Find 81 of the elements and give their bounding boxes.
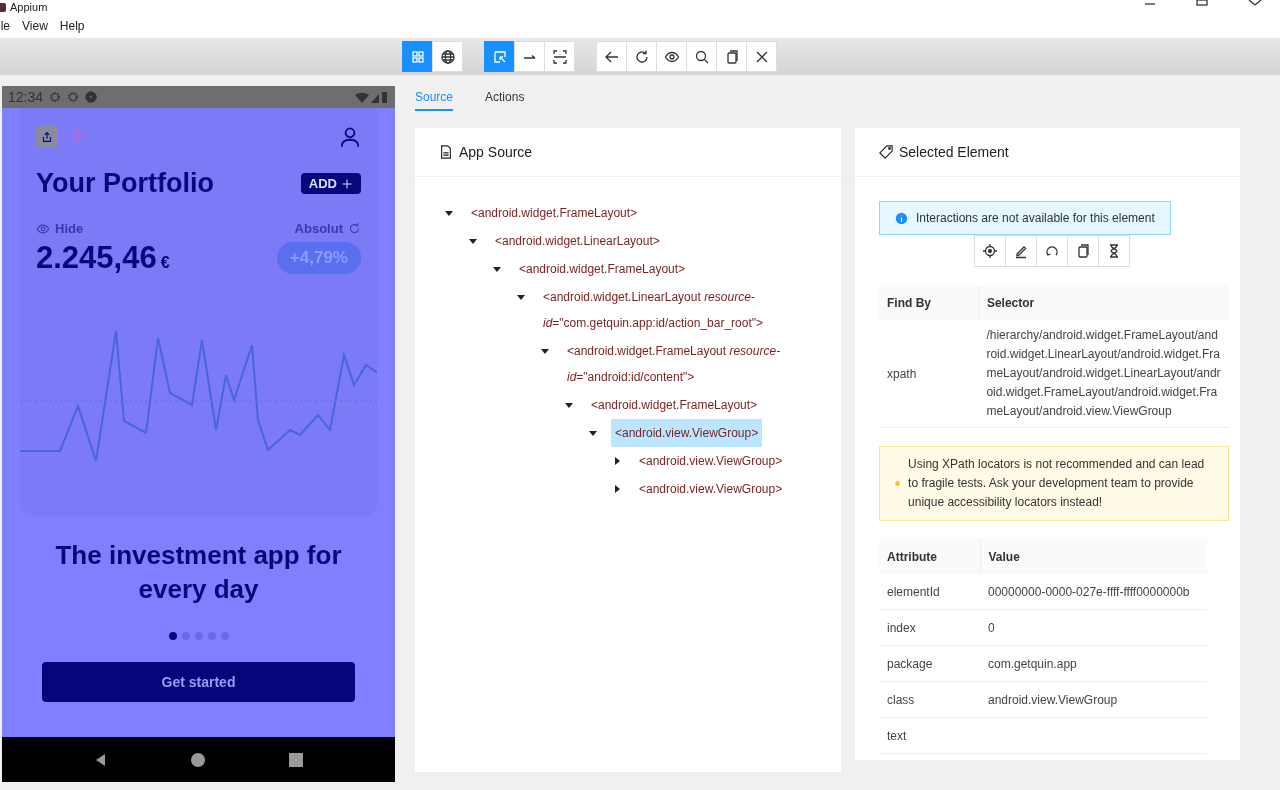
panel-title: Selected Element — [899, 144, 1009, 160]
caret-down-icon[interactable] — [589, 429, 597, 437]
cursor-select-icon — [491, 48, 508, 65]
tag-icon — [879, 145, 893, 159]
info-icon — [895, 211, 908, 225]
column-header: Value — [980, 539, 1207, 574]
minimize-icon — [1142, 0, 1158, 6]
recents-square-icon — [288, 751, 305, 768]
action-button[interactable] — [974, 235, 1006, 267]
action-button[interactable] — [1005, 235, 1037, 267]
close-icon — [1246, 0, 1262, 6]
warning-text: Using XPath locators is not recommended and can lead to fragile tests. Ask your development team to provide unique accessibility locators instead! — [908, 456, 1206, 511]
table-cell: elementId — [879, 574, 980, 610]
table-cell: com.getquin.app — [988, 656, 1077, 671]
info-text: Interactions are not available for this element — [916, 211, 1155, 225]
document-icon — [439, 145, 453, 159]
tree-node[interactable]: <android.view.ViewGroup> — [611, 419, 763, 447]
panel-title: App Source — [459, 144, 533, 160]
table-cell: index — [879, 609, 980, 646]
currency-symbol: € — [160, 254, 170, 272]
tab[interactable]: Actions — [485, 84, 525, 111]
portfolio-title: Your Portfolio — [36, 168, 214, 199]
action-button[interactable] — [1067, 235, 1099, 267]
column-header: Selector — [978, 285, 1229, 320]
tree-node[interactable]: <android.view.ViewGroup> — [635, 475, 787, 503]
table-cell: 0 — [988, 620, 995, 635]
caret-right-icon[interactable] — [613, 457, 621, 465]
portfolio-balance: 2.245,46 — [36, 240, 157, 276]
table-cell: android.view.ViewGroup — [988, 692, 1118, 707]
table-cell: xpath — [879, 320, 979, 428]
column-header: Attribute — [879, 539, 980, 574]
table-cell: text — [879, 717, 980, 754]
lightning-icon — [68, 126, 86, 145]
tree-node[interactable]: <android.widget.FrameLayout> — [587, 391, 762, 419]
circle-play-icon — [85, 91, 98, 103]
tree-node[interactable]: <android.view.ViewGroup> — [635, 447, 787, 475]
home-circle-icon — [190, 751, 207, 768]
circular-arrow-icon — [1044, 243, 1060, 259]
action-button[interactable] — [1098, 235, 1130, 267]
page-dot[interactable] — [168, 632, 177, 640]
status-time: 12:34 — [8, 89, 44, 105]
caret-down-icon[interactable] — [445, 209, 453, 217]
window-title: Appium — [10, 1, 48, 13]
caret-down-icon[interactable] — [541, 347, 549, 355]
column-header: Find By — [879, 285, 979, 320]
add-button[interactable]: ADD — [300, 173, 361, 194]
plus-icon — [341, 177, 353, 190]
tree-node[interactable]: <android.widget.FrameLayout resource-id="android:id/content"> — [563, 337, 821, 391]
table-cell: /hierarchy/android.widget.FrameLayout/android.widget.LinearLayout/android.widget.FrameLayout/android.widget.LinearLayout/android.widget.FrameLayout/android.widget.FrameLayout/android.view.ViewGroup — [978, 320, 1229, 428]
caret-down-icon[interactable] — [565, 401, 573, 409]
swipe-arrow-icon — [522, 53, 537, 60]
refresh-icon — [633, 48, 650, 65]
caret-down-icon[interactable] — [493, 265, 501, 273]
table-cell: class — [879, 681, 980, 718]
copy-icon — [1075, 243, 1091, 259]
menu-item[interactable]: View — [22, 19, 48, 33]
table-cell: 00000000-0000-027e-ffff-ffff0000000b — [988, 584, 1190, 599]
headline: The investment app for every day — [54, 539, 343, 606]
grid-icon — [409, 48, 426, 65]
upload-tray-icon — [40, 130, 54, 144]
refresh-icon — [348, 222, 361, 235]
tree-node[interactable]: <android.widget.LinearLayout> — [491, 227, 664, 255]
maximize-icon — [1194, 0, 1210, 6]
globe-icon — [439, 48, 456, 65]
get-started-button[interactable]: Get started — [42, 662, 355, 702]
share-icon[interactable] — [36, 126, 58, 148]
signal-battery-icon — [355, 90, 389, 104]
caret-down-icon[interactable] — [469, 237, 477, 245]
eye-icon — [36, 221, 50, 236]
caret-down-icon[interactable] — [517, 293, 525, 301]
gear-icon — [49, 91, 62, 103]
region-select-icon — [551, 48, 568, 65]
gear-icon — [67, 91, 80, 103]
crosshair-icon — [982, 243, 998, 259]
person-icon — [339, 126, 361, 148]
menu-item[interactable]: Help — [59, 19, 85, 33]
search-icon — [693, 48, 710, 65]
table-cell: package — [879, 645, 980, 682]
tree-node[interactable]: <android.widget.FrameLayout> — [515, 255, 690, 283]
tree-node[interactable]: <android.widget.FrameLayout> — [467, 199, 642, 227]
caret-right-icon[interactable] — [613, 485, 621, 493]
